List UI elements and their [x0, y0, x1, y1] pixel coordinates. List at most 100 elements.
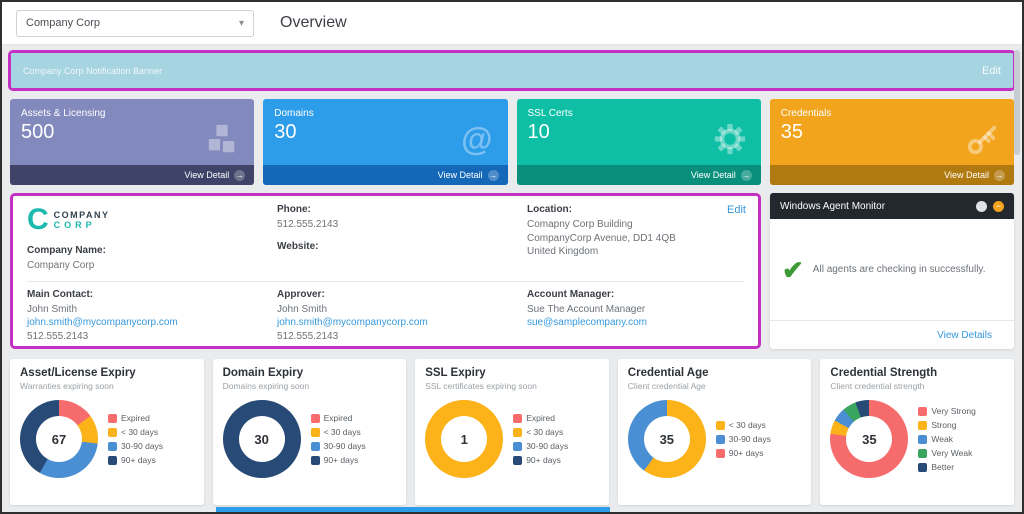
donut-center-value: 30 — [238, 416, 285, 462]
donut-center-value: 67 — [36, 416, 82, 462]
legend-item: 90+ days — [715, 448, 771, 458]
notification-banner: Company Corp Notification Banner Edit — [11, 53, 1013, 88]
main-contact-email-link[interactable]: john.smith@mycompanycorp.com — [27, 316, 277, 330]
status-indicator-icon[interactable] — [976, 200, 987, 212]
legend-label: Expired — [121, 413, 150, 423]
stat-card-assets-licensing[interactable]: Assets & Licensing 500 View Detail → — [10, 99, 255, 185]
chart-subtitle: Domains expiring soon — [222, 381, 310, 391]
chart-subtitle: SSL certificates expiring soon — [425, 381, 537, 391]
approver-block: Approver: John Smith john.smith@mycompan… — [277, 289, 527, 344]
company-edit-link[interactable]: Edit — [727, 204, 746, 216]
main-row: Edit C COMPANY CORP Company Name: Compan… — [10, 193, 1014, 349]
legend-label: Better — [931, 462, 955, 472]
main-contact-name: John Smith — [27, 303, 78, 315]
legend-swatch — [715, 448, 725, 458]
banner-edit-link[interactable]: Edit — [982, 65, 1001, 77]
legend-label: < 30 days — [323, 427, 361, 437]
stat-card-domains[interactable]: Domains 30 @ View Detail → — [263, 99, 508, 185]
legend-swatch — [108, 427, 117, 437]
legend-swatch — [108, 441, 117, 451]
agent-monitor-title: Windows Agent Monitor — [780, 200, 886, 212]
view-detail-button[interactable]: View Detail → — [516, 165, 761, 185]
legend-label: 30-90 days — [121, 441, 164, 451]
legend-label: 90+ days — [728, 448, 764, 458]
phone-label: Phone: — [277, 204, 311, 215]
approver-email-link[interactable]: john.smith@mycompanycorp.com — [277, 316, 527, 330]
gear-icon — [714, 123, 746, 160]
legend-swatch — [108, 455, 117, 465]
website-label: Website: — [277, 240, 319, 252]
account-manager-email-link[interactable]: sue@samplecompany.com — [527, 316, 744, 330]
legend-swatch — [310, 441, 320, 451]
stat-card-ssl-certs[interactable]: SSL Certs 10 View Detail → — [516, 99, 761, 185]
chart-legend: Expired < 30 days 30-90 days 90+ days — [108, 413, 163, 465]
chart-card-domain-expiry: Domain Expiry Domains expiring soon 30 Expi… — [212, 359, 407, 505]
chart-card-credential-age: Credential Age Client credential Age 35 < 3… — [617, 359, 812, 505]
legend-swatch — [513, 413, 523, 423]
minimize-icon[interactable]: − — [993, 200, 1004, 212]
page-title: Overview — [280, 14, 347, 31]
scrollbar-thumb[interactable] — [1014, 50, 1020, 155]
notification-banner-text: Company Corp Notification Banner — [23, 65, 163, 76]
main-contact-label: Main Contact: — [27, 288, 94, 300]
legend-label: Expired — [526, 413, 556, 423]
phone-value: 512.555.2143 — [277, 219, 339, 230]
chart-body: 35 < 30 days 30-90 days 90+ days — [627, 400, 802, 478]
legend-item: Better — [918, 462, 975, 472]
legend-swatch — [513, 427, 523, 437]
chart-legend: < 30 days 30-90 days 90+ days — [715, 420, 771, 458]
notification-banner-highlight: Company Corp Notification Banner Edit — [8, 50, 1016, 91]
account-manager-name: Sue The Account Manager — [527, 303, 646, 315]
company-location-column: Location: Comapny Corp Building CompanyC… — [527, 204, 744, 273]
legend-item: < 30 days — [310, 427, 366, 437]
approver-phone: 512.555.2143 — [277, 330, 339, 342]
legend-label: 30-90 days — [728, 434, 771, 444]
legend-label: 30-90 days — [526, 441, 569, 451]
chart-legend: Expired < 30 days 30-90 days 90+ days — [513, 413, 568, 465]
chart-title: Domain Expiry — [222, 367, 304, 379]
company-selector-dropdown[interactable]: Company Corp ▾ — [16, 9, 254, 37]
legend-item: < 30 days — [715, 420, 771, 430]
stat-cards-row: Assets & Licensing 500 View Detail → Dom… — [10, 99, 1014, 185]
legend-item: 30-90 days — [715, 434, 771, 444]
chart-title: Credential Strength — [830, 367, 938, 379]
view-detail-label: View Detail — [437, 170, 483, 180]
location-line: Comapny Corp Building — [527, 219, 633, 230]
dashboard-page: Company Corp ▾ Overview Company Corp Not… — [0, 0, 1024, 514]
donut-chart: 67 — [20, 400, 98, 478]
donut-center-value: 35 — [643, 416, 690, 462]
cubes-icon — [205, 123, 239, 162]
agent-monitor-body: ✔ All agents are checking in successfull… — [770, 219, 1014, 320]
legend-label: Weak — [931, 434, 953, 444]
account-manager-block: Account Manager: Sue The Account Manager… — [527, 289, 744, 344]
at-icon: @ — [461, 121, 493, 157]
legend-label: < 30 days — [728, 420, 766, 430]
legend-item: < 30 days — [108, 427, 163, 437]
agent-monitor-footer: View Details — [770, 320, 1014, 349]
legend-item: 90+ days — [108, 455, 163, 465]
stat-card-credentials[interactable]: Credentials 35 View Detail → — [769, 99, 1014, 185]
view-detail-button[interactable]: View Detail → — [769, 165, 1014, 185]
view-detail-label: View Detail — [690, 170, 736, 180]
legend-swatch — [918, 406, 928, 416]
chart-legend: Expired < 30 days 30-90 days 90+ days — [310, 413, 366, 465]
charts-row: Asset/License Expiry Warranties expiring … — [10, 359, 1014, 505]
donut-chart: 35 — [627, 400, 706, 478]
legend-label: Expired — [323, 413, 353, 423]
agent-status-message: All agents are checking in successfully. — [812, 264, 986, 275]
arrow-right-icon: → — [487, 169, 499, 181]
top-bar: Company Corp ▾ Overview — [2, 2, 1022, 45]
view-detail-button[interactable]: View Detail → — [10, 165, 255, 185]
donut-chart: 35 — [830, 400, 909, 478]
legend-swatch — [918, 448, 928, 458]
arrow-right-icon: → — [994, 169, 1005, 181]
view-detail-button[interactable]: View Detail → — [263, 165, 508, 185]
legend-swatch — [310, 427, 320, 437]
legend-label: < 30 days — [121, 427, 159, 437]
legend-swatch — [715, 434, 725, 444]
legend-swatch — [715, 420, 725, 430]
company-phone-column: Phone: 512.555.2143 Website: — [277, 204, 527, 273]
legend-swatch — [513, 441, 523, 451]
location-label: Location: — [527, 204, 572, 215]
view-details-link[interactable]: View Details — [937, 330, 992, 341]
